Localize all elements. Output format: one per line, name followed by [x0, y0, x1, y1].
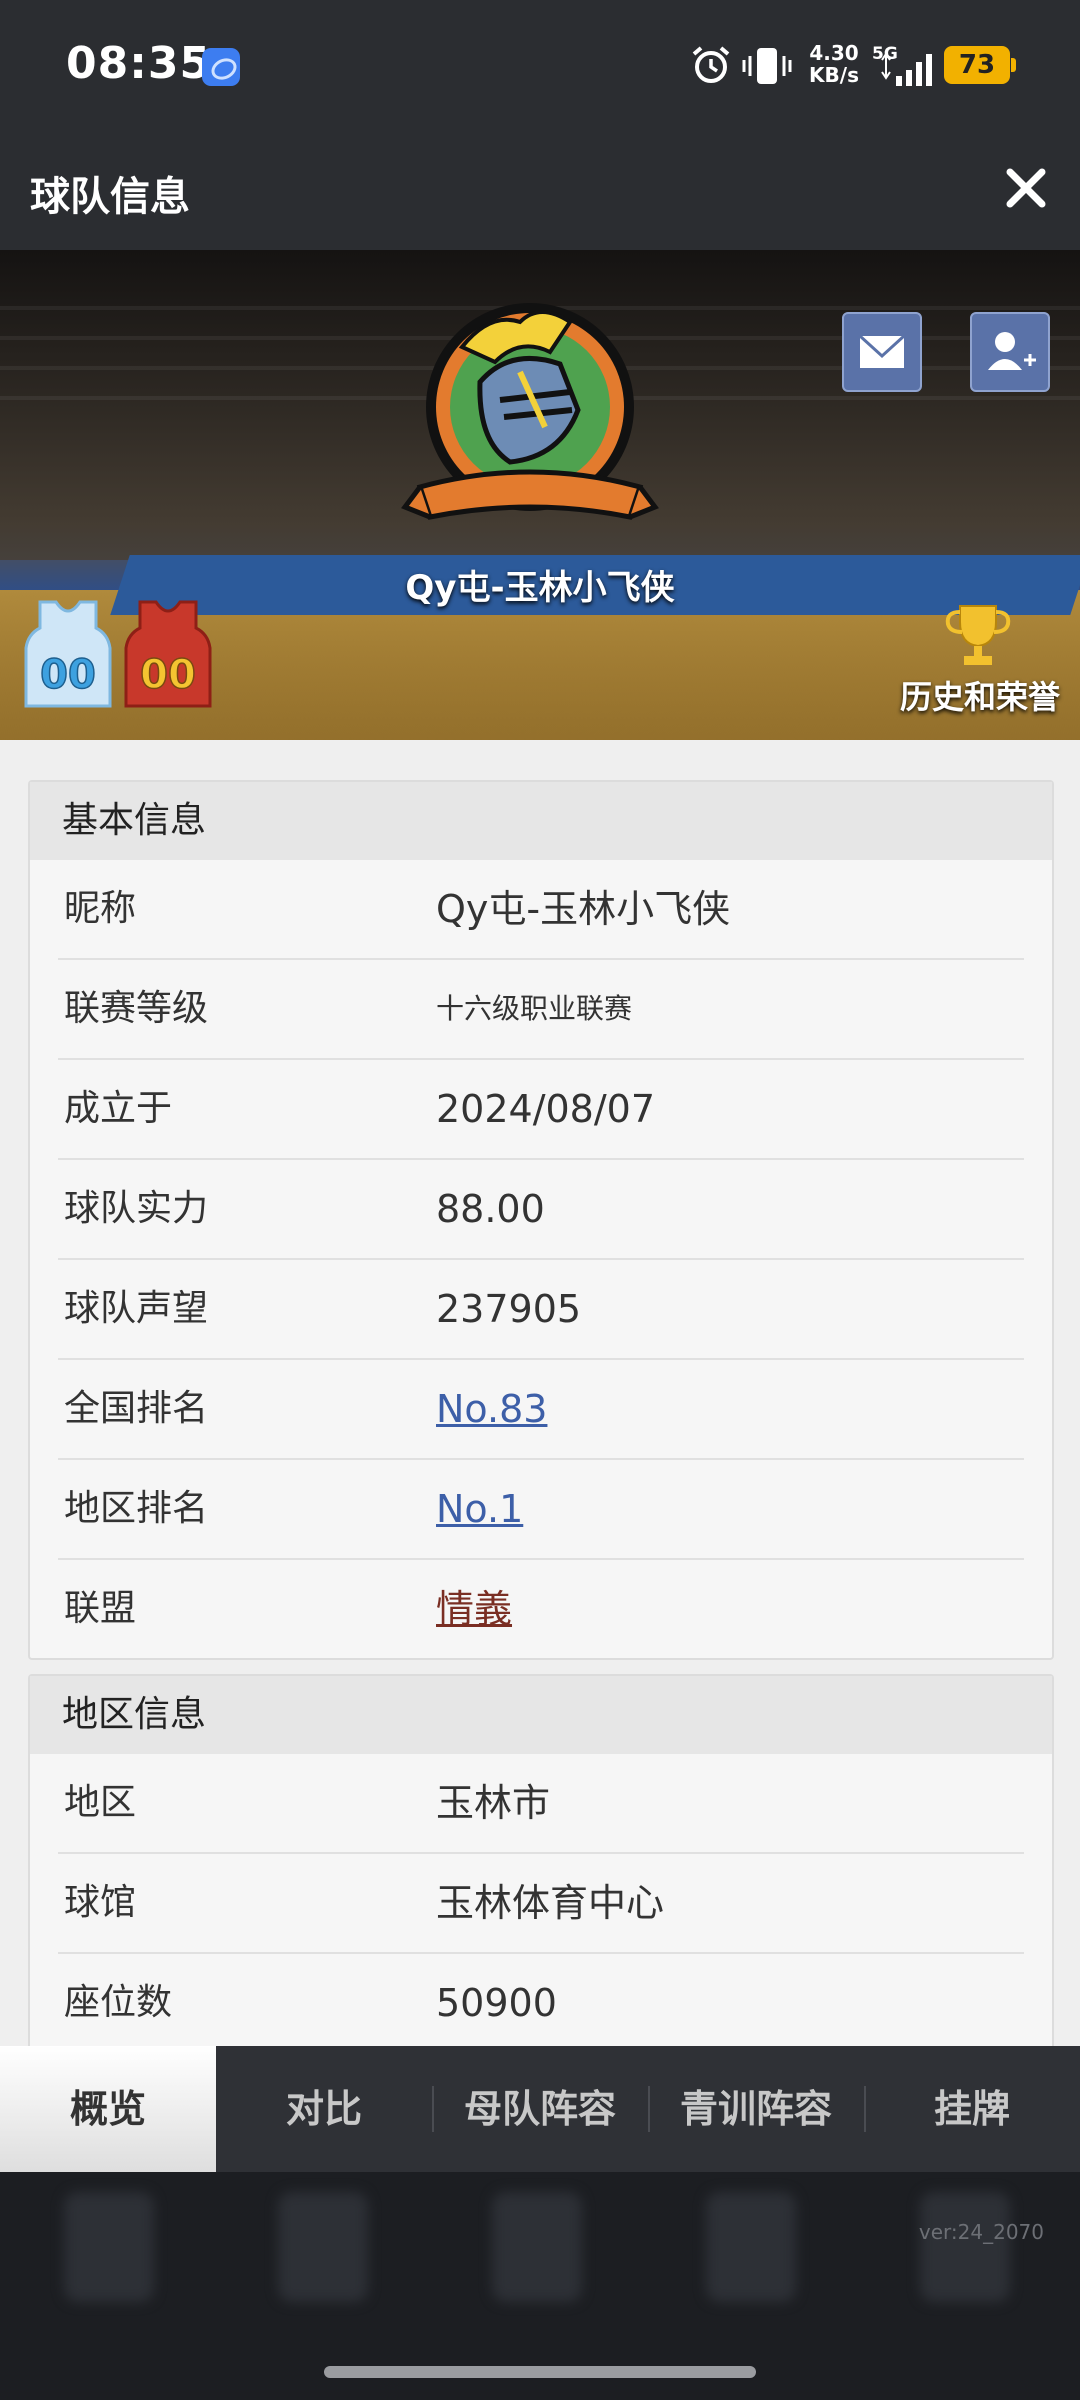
tab-youth-roster[interactable]: 青训阵容 [648, 2046, 864, 2172]
network-speed-unit: KB/s [809, 63, 859, 87]
row-label: 成立于 [64, 1088, 173, 1129]
trophy-icon[interactable] [940, 600, 1016, 670]
regional-rank-link[interactable]: No.1 [436, 1460, 523, 1558]
add-friend-icon [988, 332, 1036, 370]
mail-icon [858, 334, 906, 368]
page-title: 球队信息 [30, 174, 190, 220]
info-row-strength: 球队实力 88.00 [58, 1160, 1024, 1260]
info-row-arena: 球馆 玉林体育中心 [58, 1854, 1024, 1954]
team-logo [401, 303, 659, 520]
row-value: 玉林体育中心 [436, 1881, 665, 1925]
tab-listing[interactable]: 挂牌 [864, 2046, 1080, 2172]
app-icon [202, 48, 240, 86]
mail-button[interactable] [842, 312, 922, 392]
row-label: 球队声望 [64, 1288, 209, 1329]
blurred-nav-item [278, 2192, 368, 2302]
status-bar: 08:35 4.30 KB/s 5G 73 [0, 0, 1080, 126]
basic-info-title: 基本信息 [30, 782, 1052, 860]
row-label: 座位数 [64, 1982, 173, 2023]
info-row-founded: 成立于 2024/08/07 [58, 1060, 1024, 1160]
basic-info-card: 基本信息 昵称 Qy屯-玉林小飞侠 联赛等级 十六级职业联赛 成立于 2024/… [28, 780, 1054, 1660]
info-row-alliance: 联盟 情義 [58, 1560, 1024, 1658]
tab-compare[interactable]: 对比 [216, 2046, 432, 2172]
blurred-nav-item [64, 2192, 154, 2302]
away-jersey-number: 00 [140, 652, 196, 698]
tab-overview[interactable]: 概览 [0, 2046, 216, 2172]
row-label: 地区 [64, 1782, 137, 1823]
info-row-region: 地区 玉林市 [58, 1754, 1024, 1854]
national-rank-link[interactable]: No.83 [436, 1360, 547, 1458]
region-info-title: 地区信息 [30, 1676, 1052, 1754]
row-value: Qy屯-玉林小飞侠 [436, 887, 731, 931]
network-speed: 4.30 KB/s [804, 42, 864, 86]
row-label: 球队实力 [64, 1188, 209, 1229]
info-row-league-level: 联赛等级 十六级职业联赛 [58, 960, 1024, 1060]
row-value: 88.00 [436, 1187, 545, 1231]
region-info-card: 地区信息 地区 玉林市 球馆 玉林体育中心 座位数 50900 [28, 1674, 1054, 2046]
history-honors-link[interactable]: 历史和荣誉 [880, 672, 1080, 718]
info-row-national-rank: 全国排名 No.83 [58, 1360, 1024, 1460]
home-indicator[interactable] [324, 2366, 756, 2378]
row-label: 昵称 [64, 888, 137, 929]
blurred-nav-item [706, 2192, 796, 2302]
row-label: 联赛等级 [64, 988, 209, 1029]
page-header: 球队信息 [0, 126, 1080, 250]
row-label: 地区排名 [64, 1488, 209, 1529]
info-row-seats: 座位数 50900 [58, 1954, 1024, 2046]
blurred-nav-item [492, 2192, 582, 2302]
info-row-reputation: 球队声望 237905 [58, 1260, 1024, 1360]
network-speed-value: 4.30 [809, 41, 859, 65]
row-value: 十六级职业联赛 [436, 992, 633, 1025]
battery-icon: 73 [944, 46, 1016, 84]
row-value: 237905 [436, 1287, 582, 1331]
tab-main-roster[interactable]: 母队阵容 [432, 2046, 648, 2172]
alliance-link[interactable]: 情義 [436, 1560, 512, 1658]
blurred-nav-item [920, 2192, 1010, 2302]
bottom-navigation: ver:24_2070 [0, 2172, 1080, 2400]
row-label: 联盟 [64, 1588, 137, 1629]
alarm-icon [692, 46, 730, 83]
row-label: 全国排名 [64, 1388, 209, 1429]
row-label: 球馆 [64, 1882, 137, 1923]
version-label: ver:24_2070 [918, 2220, 1044, 2244]
row-value: 2024/08/07 [436, 1087, 656, 1131]
home-jersey-number: 00 [40, 652, 96, 698]
info-row-regional-rank: 地区排名 No.1 [58, 1460, 1024, 1560]
away-jersey-icon[interactable]: 00 [122, 598, 214, 710]
home-jersey-icon[interactable]: 00 [22, 598, 114, 710]
add-friend-button[interactable] [970, 312, 1050, 392]
signal-icon [881, 52, 932, 86]
info-row-nickname: 昵称 Qy屯-玉林小飞侠 [58, 860, 1024, 960]
row-value: 50900 [436, 1981, 557, 2025]
vibrate-icon [742, 48, 792, 84]
team-info-content[interactable]: 基本信息 昵称 Qy屯-玉林小飞侠 联赛等级 十六级职业联赛 成立于 2024/… [0, 740, 1080, 2046]
tab-bar: 概览 对比 母队阵容 青训阵容 挂牌 [0, 2046, 1080, 2172]
close-icon[interactable] [996, 158, 1056, 218]
status-time: 08:35 [66, 38, 212, 89]
team-banner: Qy屯-玉林小飞侠 00 00 历史和荣誉 [0, 250, 1080, 740]
row-value: 玉林市 [436, 1781, 551, 1825]
